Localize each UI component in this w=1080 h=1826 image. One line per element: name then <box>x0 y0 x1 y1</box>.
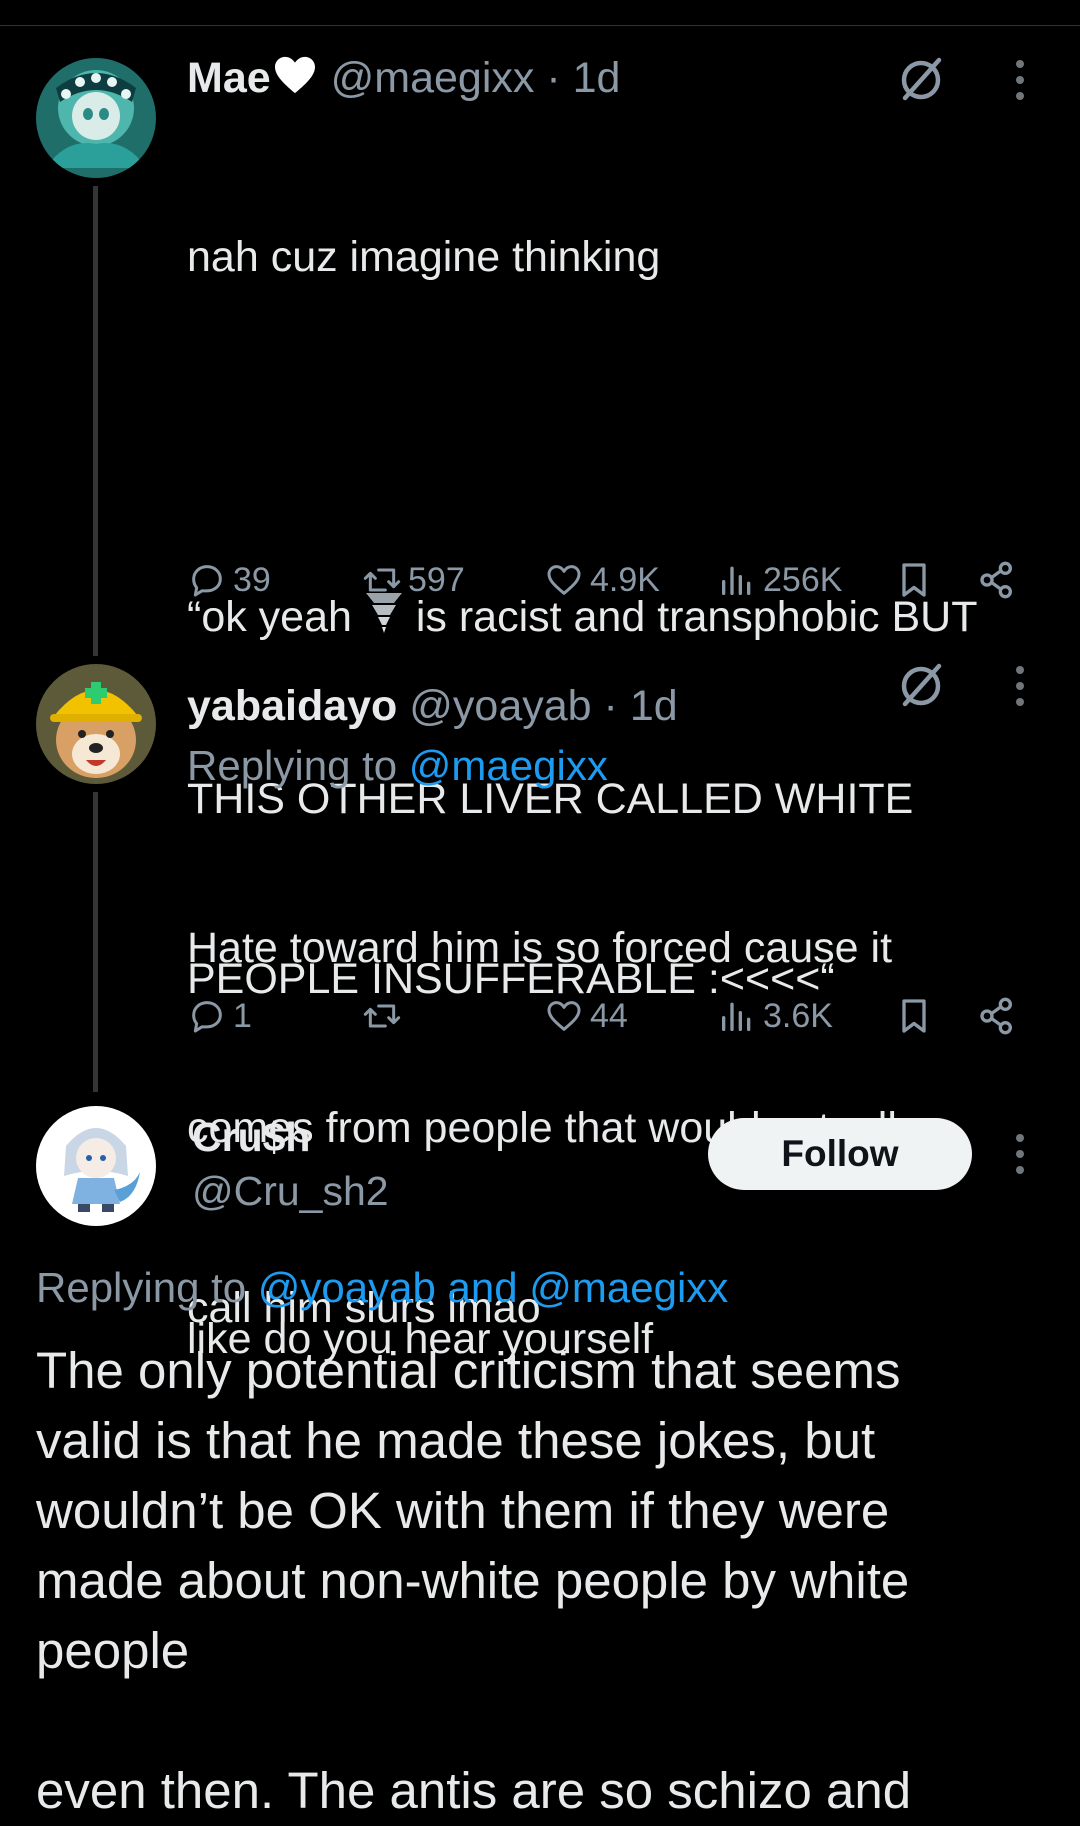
text-line: Hate toward him is so forced cause it <box>187 924 893 972</box>
reply-icon <box>192 565 222 597</box>
no-translate-icon[interactable] <box>897 54 945 102</box>
mention-link[interactable]: @yoayab and @maegixx <box>258 1264 729 1311</box>
text-line: wouldn’t be OK with them if they were <box>36 1482 890 1539</box>
text-line: people <box>36 1622 190 1679</box>
more-icon[interactable] <box>1013 666 1027 712</box>
repost-button[interactable] <box>362 992 408 1040</box>
timestamp[interactable]: · 1d <box>604 682 678 730</box>
bookmark-icon <box>902 563 926 597</box>
bookmark-button[interactable] <box>894 556 934 604</box>
reply-button[interactable]: 39 <box>187 556 271 604</box>
bookmark-icon <box>902 999 926 1033</box>
tweet-text: The only potential criticism that seems … <box>36 1336 1056 1826</box>
display-name[interactable]: Cru$h <box>192 1110 389 1164</box>
handle[interactable]: @Cru_sh2 <box>192 1164 389 1218</box>
avatar-crush[interactable] <box>36 1106 156 1226</box>
replying-prefix: Replying to <box>36 1264 247 1311</box>
timestamp[interactable]: · 1d <box>546 54 620 102</box>
tweet-actions: 1 44 3.6K <box>187 992 1027 1040</box>
text-line: The only potential criticism that seems <box>36 1342 901 1399</box>
repost-icon <box>363 568 401 592</box>
reply-icon <box>192 1001 222 1033</box>
mention-link[interactable]: @maegixx <box>409 742 608 789</box>
avatar-mae[interactable] <box>36 58 156 178</box>
repost-icon <box>363 1004 401 1028</box>
views-icon <box>722 566 751 595</box>
tweet-mae[interactable]: Mae @maegixx · 1d nah cuz imagine thinki… <box>0 0 1080 1363</box>
views-button[interactable]: 3.6K <box>717 992 833 1040</box>
handle[interactable]: @yoayab <box>409 682 591 730</box>
share-button[interactable] <box>977 992 1017 1040</box>
tweet-actions: 39 597 4.9K 256K <box>187 556 1027 604</box>
replying-to: Replying to @yoayab and @maegixx <box>36 1260 728 1316</box>
text-line: valid is that he made these jokes, but <box>36 1412 876 1469</box>
reply-button[interactable]: 1 <box>187 992 252 1040</box>
display-name[interactable]: yabaidayo <box>187 682 397 730</box>
share-button[interactable] <box>977 556 1017 604</box>
share-icon <box>980 997 1012 1035</box>
bookmark-button[interactable] <box>894 992 934 1040</box>
like-count: 44 <box>590 996 628 1035</box>
tweet-header: Cru$h @Cru_sh2 <box>192 1110 389 1218</box>
repost-button[interactable]: 597 <box>362 556 465 604</box>
share-icon <box>980 561 1012 599</box>
more-icon[interactable] <box>1013 1134 1027 1180</box>
views-icon <box>722 1002 751 1031</box>
like-button[interactable]: 4.9K <box>544 556 660 604</box>
text-line: nah cuz imagine thinking <box>187 232 661 281</box>
thread-line <box>93 186 98 656</box>
reply-count: 39 <box>233 560 271 599</box>
tweet-crush[interactable]: Cru$h @Cru_sh2 Follow Replying to @yoaya… <box>0 1090 1080 1819</box>
handle[interactable]: @maegixx <box>331 54 535 102</box>
view-count: 3.6K <box>763 996 833 1035</box>
heart-emoji <box>273 55 317 107</box>
text-line: even then. The antis are so schizo and <box>36 1762 912 1819</box>
thread-line <box>93 792 98 1092</box>
like-count: 4.9K <box>590 560 660 599</box>
like-button[interactable]: 44 <box>544 992 628 1040</box>
display-name[interactable]: Mae <box>187 54 271 102</box>
no-translate-icon[interactable] <box>897 660 945 708</box>
reply-count: 1 <box>233 996 252 1035</box>
follow-button[interactable]: Follow <box>708 1118 972 1190</box>
replying-prefix: Replying to <box>187 742 398 789</box>
like-icon <box>547 565 581 595</box>
replying-to: Replying to @maegixx <box>187 738 1047 794</box>
more-icon[interactable] <box>1013 60 1027 106</box>
avatar-yabaidayo[interactable] <box>36 664 156 784</box>
like-icon <box>547 1001 581 1031</box>
repost-count: 597 <box>408 560 465 599</box>
view-count: 256K <box>763 560 843 599</box>
tweet-yabaidayo[interactable]: yabaidayo @yoayab · 1d Replying to @maeg… <box>0 650 1080 1332</box>
text-line: made about non-white people by white <box>36 1552 910 1609</box>
views-button[interactable]: 256K <box>717 556 842 604</box>
